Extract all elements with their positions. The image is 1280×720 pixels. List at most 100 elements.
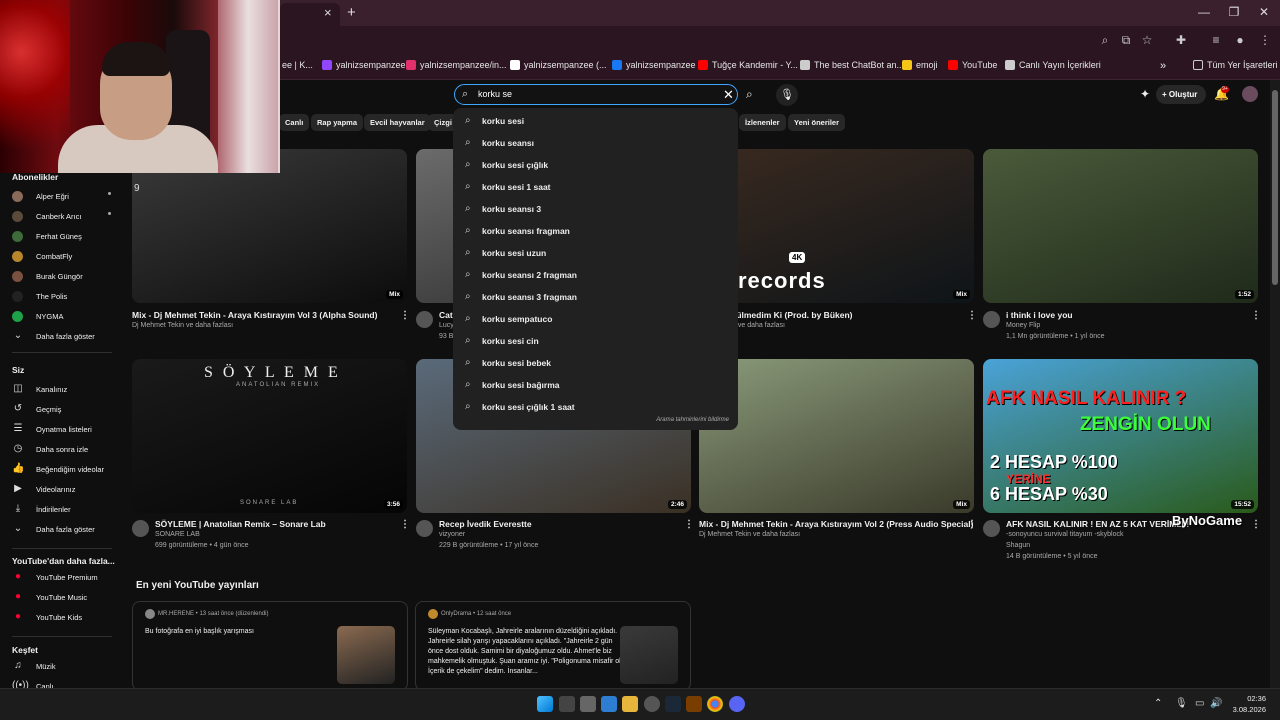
subscriptions-header[interactable]: Abonelikler <box>12 172 58 182</box>
more-options-icon[interactable]: ⋮ <box>400 519 410 530</box>
search-suggestion[interactable]: ⌕ korku sempatuco <box>453 309 738 331</box>
bookmarks-more-icon[interactable]: » <box>1160 60 1166 72</box>
clear-search-icon[interactable]: ✕ <box>723 87 734 103</box>
minimize-icon[interactable]: — <box>1194 5 1214 19</box>
widgets-icon[interactable] <box>601 696 617 712</box>
channel-name[interactable]: SONARE LAB <box>155 531 200 538</box>
more-options-icon[interactable]: ⋮ <box>967 310 977 321</box>
search-suggestion[interactable]: ⌕ korku sesi bebek <box>453 353 738 375</box>
video-title[interactable]: Mix - Dj Mehmet Tekin - Araya Kıstırayım… <box>699 519 973 529</box>
more-options-icon[interactable]: ⋮ <box>1251 519 1261 530</box>
search-input[interactable]: ⌕ korku se ✕ <box>454 84 738 105</box>
zoom-icon[interactable]: ⌕ <box>1097 33 1113 48</box>
sidebar-item[interactable]: Alper Eğri <box>12 188 122 206</box>
avatar[interactable] <box>145 609 155 619</box>
video-thumbnail[interactable]: 1:52 <box>983 149 1258 303</box>
channel-avatar[interactable] <box>983 520 1000 537</box>
restore-icon[interactable]: ❐ <box>1224 5 1244 19</box>
video-thumbnail[interactable]: Mix <box>699 359 974 513</box>
channel-name[interactable]: vizyoner <box>439 531 465 538</box>
bookmark-item[interactable]: yalnizsempanzee <box>612 60 696 70</box>
channel-avatar[interactable] <box>416 311 433 328</box>
volume-icon[interactable]: 🔊 <box>1210 698 1222 709</box>
media-icon[interactable]: ≡ <box>1208 33 1224 47</box>
channel-name[interactable]: Lucy <box>439 322 454 329</box>
channel-name[interactable]: Dj Mehmet Tekin ve daha fazlası <box>699 531 800 538</box>
video-title[interactable]: Cat <box>439 310 453 320</box>
extensions-icon[interactable]: ✚ <box>1173 33 1189 47</box>
report-predictions-link[interactable]: Arama tahminlerini bildirme <box>453 417 729 423</box>
sidebar-item[interactable]: ● YouTube Premium <box>12 569 122 587</box>
avatar[interactable] <box>428 609 438 619</box>
channel-name[interactable]: Dj Mehmet Tekin ve daha fazlası <box>132 322 233 329</box>
channel-avatar[interactable] <box>132 520 149 537</box>
more-options-icon[interactable]: ⋮ <box>1251 310 1261 321</box>
search-suggestion[interactable]: ⌕ korku sesi uzun <box>453 243 738 265</box>
post-image[interactable] <box>620 626 678 684</box>
bookmark-item[interactable]: yalnizsempanzee/in... <box>406 60 507 70</box>
chrome-icon[interactable] <box>707 696 723 712</box>
profile-icon[interactable]: ● <box>1232 33 1248 47</box>
close-window-icon[interactable]: ✕ <box>1254 5 1274 19</box>
voice-search-icon[interactable]: 🎙 <box>776 84 798 106</box>
scrollbar-thumb[interactable] <box>1272 90 1278 285</box>
tray-chevron-icon[interactable]: ⌃ <box>1154 698 1162 709</box>
clock-date[interactable]: 3.08.2026 <box>1226 705 1266 714</box>
bookmark-item[interactable]: Canlı Yayın İçerikleri <box>1005 60 1101 70</box>
community-post[interactable]: MR.HERENE • 13 saat önce (düzenlendi) Bu … <box>132 601 408 691</box>
explore-header[interactable]: Keşfet <box>12 645 38 655</box>
sidebar-item[interactable]: CombatFly <box>12 248 122 266</box>
chip[interactable]: Evcil hayvanlar <box>364 114 431 131</box>
search-suggestion[interactable]: ⌕ korku sesi <box>453 111 738 133</box>
sidebar-item[interactable]: ◫ Kanalınız <box>12 381 122 399</box>
start-icon[interactable] <box>537 696 553 712</box>
obs-icon[interactable] <box>644 696 660 712</box>
cast-page-icon[interactable]: ⧉ <box>1118 33 1134 48</box>
sidebar-item[interactable]: ▶ Videolarınız <box>12 481 122 499</box>
bookmark-item[interactable]: emoji <box>902 60 938 70</box>
search-suggestion[interactable]: ⌕ korku sesi çığlık 1 saat <box>453 397 738 419</box>
sidebar-item[interactable]: ↺ Geçmiş <box>12 401 122 419</box>
sidebar-item[interactable]: ♫ Müzik <box>12 658 122 676</box>
cast-icon[interactable]: ✦ <box>1140 87 1150 101</box>
menu-icon[interactable]: ⋮ <box>1257 33 1273 47</box>
sidebar-item[interactable]: NYGMA <box>12 308 122 326</box>
star-icon[interactable]: ☆ <box>1139 33 1155 47</box>
channel-name[interactable]: -sonoyuncu survival titayum -skyblock <box>1006 531 1124 538</box>
channel-avatar[interactable] <box>983 311 1000 328</box>
more-options-icon[interactable]: ⋮ <box>400 310 410 321</box>
chip[interactable]: Yeni öneriler <box>788 114 846 131</box>
sidebar-item[interactable]: ☰ Oynatma listeleri <box>12 421 122 439</box>
discord-icon[interactable] <box>729 696 745 712</box>
avatar[interactable] <box>1242 86 1258 102</box>
search-suggestion[interactable]: ⌕ korku seansı fragman <box>453 221 738 243</box>
search-suggestion[interactable]: ⌕ korku seansı 3 <box>453 199 738 221</box>
more-from-youtube-header[interactable]: YouTube'dan daha fazla... <box>12 556 115 566</box>
sidebar-item[interactable]: ● YouTube Kids <box>12 609 122 627</box>
video-title[interactable]: AFK NASIL KALINIR ! EN AZ 5 KAT VERİMLİ … <box>1006 519 1189 529</box>
video-title[interactable]: SÖYLEME | Anatolian Remix – Sonare Lab <box>155 519 326 529</box>
community-post[interactable]: OnlyDrama • 12 saat önce Süleyman Kocabaş… <box>415 601 691 691</box>
you-header[interactable]: Siz <box>12 365 24 375</box>
channel-avatar[interactable] <box>416 520 433 537</box>
explorer-icon[interactable] <box>622 696 638 712</box>
more-options-icon[interactable]: ⋮ <box>684 519 694 530</box>
video-title[interactable]: i think i love you <box>1006 310 1073 320</box>
bookmark-item[interactable]: YouTube <box>948 60 997 70</box>
more-options-icon[interactable]: ⋮ <box>967 519 977 530</box>
sidebar-item[interactable]: ⤓ İndirilenler <box>12 501 122 519</box>
video-title[interactable]: Recep İvedik Everestte <box>439 519 532 529</box>
clock-time[interactable]: 02:36 <box>1226 694 1266 703</box>
sidebar-item[interactable]: The Polis <box>12 288 122 306</box>
chip[interactable]: Rap yapma <box>311 114 364 131</box>
sidebar-item[interactable]: 👍 Beğendiğim videolar <box>12 461 122 479</box>
steam-icon[interactable] <box>665 696 681 712</box>
create-button[interactable]: + Oluştur <box>1156 85 1206 104</box>
bookmark-item[interactable]: yalnizsempanzee <box>322 60 406 70</box>
sidebar-item[interactable]: Canberk Arıcı <box>12 208 122 226</box>
sidebar-item[interactable]: ● YouTube Music <box>12 589 122 607</box>
post-author[interactable]: MR.HERENE • 13 saat önce (düzenlendi) <box>158 611 268 617</box>
chip[interactable]: İzlenenler <box>739 114 786 131</box>
search-suggestion[interactable]: ⌕ korku sesi 1 saat <box>453 177 738 199</box>
post-image[interactable] <box>337 626 395 684</box>
